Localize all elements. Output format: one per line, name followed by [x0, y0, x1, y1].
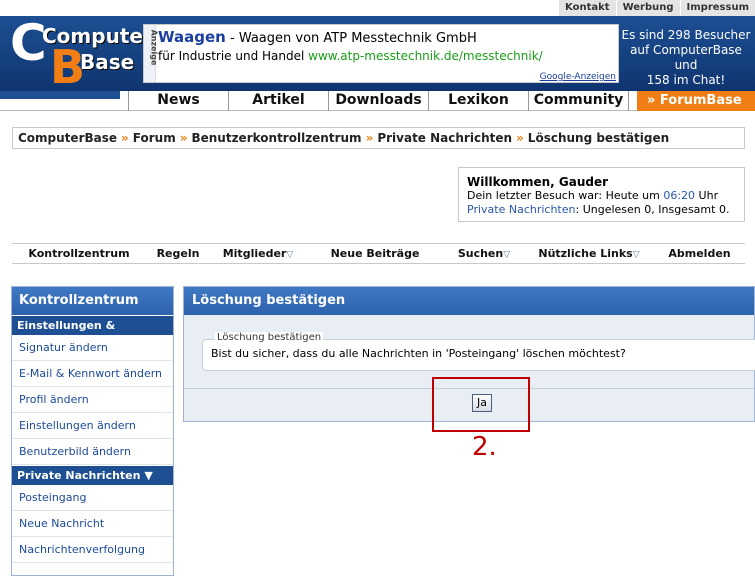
- dropdown-triangle-icon: ▽: [632, 250, 640, 260]
- subnav-nuetzliche-links[interactable]: Nützliche Links▽: [524, 244, 654, 263]
- nav-lexikon[interactable]: Lexikon: [429, 91, 529, 111]
- sidebar-item-einstellungen[interactable]: Einstellungen ändern: [12, 413, 173, 439]
- breadcrumb-current: Löschung bestätigen: [527, 131, 670, 145]
- visitor-chat-info[interactable]: Es sind 298 Besucher auf ComputerBase un…: [620, 28, 752, 88]
- subnav-kontrollzentrum[interactable]: Kontrollzentrum: [12, 244, 146, 263]
- nav-downloads[interactable]: Downloads: [329, 91, 429, 111]
- top-link-kontakt[interactable]: Kontakt: [558, 0, 616, 16]
- welcome-title: Willkommen, Gauder: [467, 175, 609, 189]
- google-ad-box[interactable]: Anzeige Waagen - Waagen von ATP Messtech…: [143, 24, 619, 83]
- nav-forumbase[interactable]: » ForumBase: [637, 91, 755, 111]
- subnav-mitglieder[interactable]: Mitglieder▽: [210, 244, 306, 263]
- top-links: Kontakt Werbung Impressum: [558, 0, 755, 16]
- fieldset-legend: Löschung bestätigen: [215, 332, 324, 343]
- google-ads-link[interactable]: Google-Anzeigen: [540, 72, 616, 82]
- sidebar-item-signatur[interactable]: Signatur ändern: [12, 335, 173, 361]
- breadcrumb-private-nachrichten[interactable]: Private Nachrichten: [377, 131, 512, 145]
- welcome-box: Willkommen, Gauder Dein letzter Besuch w…: [458, 167, 745, 222]
- computerbase-logo[interactable]: C B Computer Base: [8, 14, 153, 94]
- breadcrumb-forum[interactable]: Forum: [133, 131, 176, 145]
- control-panel-sidebar: Kontrollzentrum Einstellungen & Optionen…: [11, 286, 174, 576]
- sidebar-item-nachrichtenverfolgung[interactable]: Nachrichtenverfolgung: [12, 537, 173, 563]
- sidebar-item-neue-nachricht[interactable]: Neue Nachricht: [12, 511, 173, 537]
- nav-community[interactable]: Community: [529, 91, 629, 111]
- panel-title: Löschung bestätigen: [184, 287, 754, 315]
- ad-title[interactable]: Waagen - Waagen von ATP Messtechnik GmbH: [158, 28, 477, 46]
- sidebar-title: Kontrollzentrum: [12, 287, 173, 315]
- pm-status: Private Nachrichten: Ungelesen 0, Insges…: [467, 203, 730, 216]
- collapse-triangle-icon: ▼: [144, 469, 153, 482]
- breadcrumb-kontrollzentrum[interactable]: Benutzerkontrollzentrum: [191, 131, 361, 145]
- subnav-neue-beitraege[interactable]: Neue Beiträge: [306, 244, 444, 263]
- sidebar-item-email-kennwort[interactable]: E-Mail & Kennwort ändern: [12, 361, 173, 387]
- top-link-werbung[interactable]: Werbung: [615, 0, 680, 16]
- last-visit: Dein letzter Besuch war: Heute um 06:20 …: [467, 189, 719, 202]
- sidebar-item-posteingang[interactable]: Posteingang: [12, 485, 173, 511]
- dropdown-triangle-icon: ▽: [503, 250, 511, 260]
- top-utility-bar: Kontakt Werbung Impressum: [0, 0, 755, 16]
- subnav-regeln[interactable]: Regeln: [146, 244, 210, 263]
- pm-link[interactable]: Private Nachrichten: [467, 203, 576, 216]
- sidebar-section-settings[interactable]: Einstellungen & Optionen: [12, 315, 173, 352]
- ad-description: für Industrie und Handel www.atp-messtec…: [158, 49, 543, 63]
- dropdown-triangle-icon: ▽: [286, 250, 294, 260]
- nav-news[interactable]: News: [129, 91, 229, 111]
- forum-nav: Kontrollzentrum Regeln Mitglieder▽ Neue …: [12, 243, 745, 264]
- subnav-abmelden[interactable]: Abmelden: [654, 244, 745, 263]
- sidebar-section-private-messages[interactable]: Private Nachrichten ▼: [12, 465, 173, 485]
- sidebar-item-profil[interactable]: Profil ändern: [12, 387, 173, 413]
- top-link-impressum[interactable]: Impressum: [679, 0, 755, 16]
- nav-artikel[interactable]: Artikel: [229, 91, 329, 111]
- ad-link[interactable]: www.atp-messtechnik.de/messtechnik/: [308, 49, 543, 63]
- annotation-highlight-box: [432, 377, 530, 432]
- sidebar-item-benutzerbild[interactable]: Benutzerbild ändern: [12, 439, 173, 465]
- main-nav: News Artikel Downloads Lexikon Community: [128, 91, 629, 111]
- annotation-step-label: 2.: [472, 432, 497, 462]
- logo-text-computer: Computer: [42, 24, 153, 48]
- ad-side-label: Anzeige: [144, 25, 158, 82]
- logo-text-base: Base: [80, 50, 135, 74]
- breadcrumb-computerbase[interactable]: ComputerBase: [18, 131, 117, 145]
- site-header: C B Computer Base Anzeige Waagen - Waage…: [0, 14, 755, 94]
- confirm-question: Bist du sicher, dass du alle Nachrichten…: [211, 347, 626, 360]
- breadcrumb: ComputerBase» Forum» Benutzerkontrollzentr…: [12, 127, 745, 149]
- subnav-suchen[interactable]: Suchen▽: [444, 244, 524, 263]
